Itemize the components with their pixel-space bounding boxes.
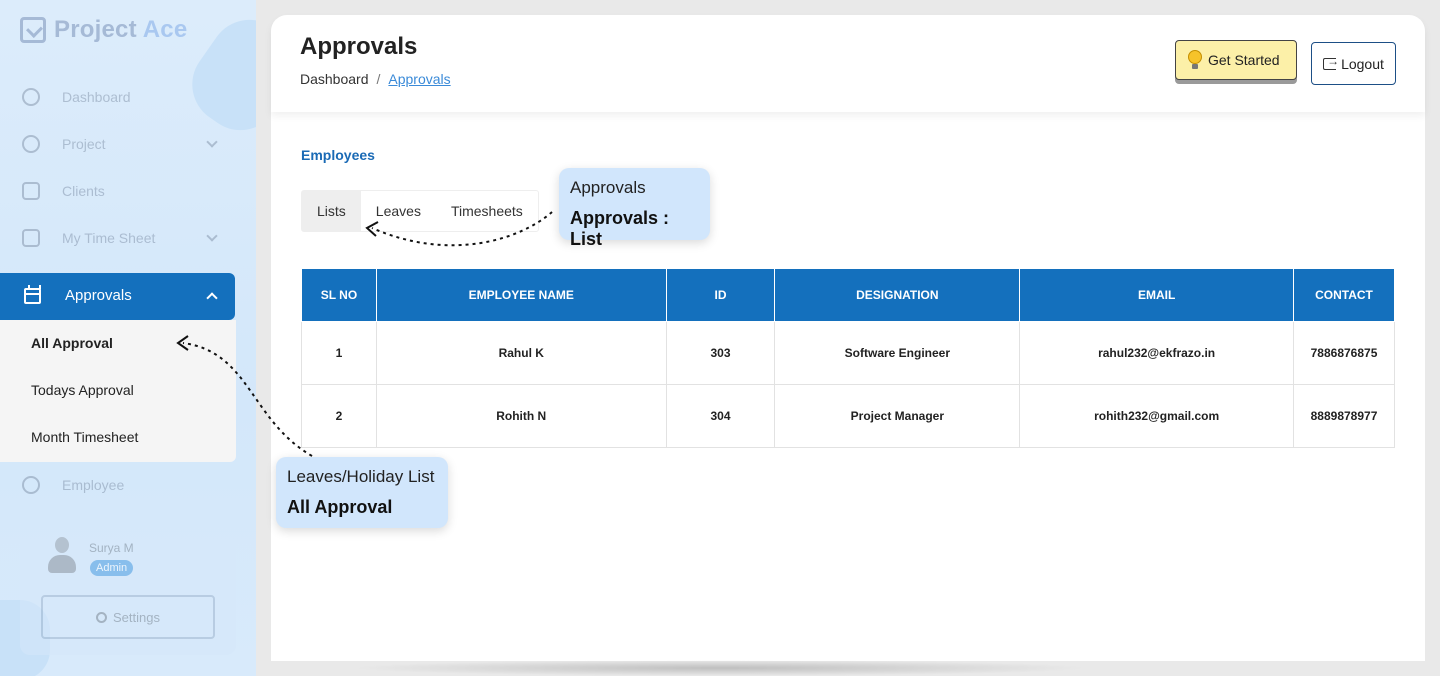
settings-label: Settings (113, 609, 160, 625)
cell-designation: Project Manager (774, 384, 1021, 448)
logout-label: Logout (1341, 55, 1384, 72)
sidebar-item-label: Employee (62, 477, 125, 493)
cell-employee-name: Rohith N (375, 384, 667, 448)
callout-subtitle: Approvals : List (570, 208, 670, 249)
user-card: Surya M Admin Settings (20, 515, 236, 655)
decorative-shadow (350, 660, 1090, 676)
column-header-sl-no[interactable]: SL NO (301, 268, 377, 322)
table-row[interactable]: 1 Rahul K 303 Software Engineer rahul232… (301, 321, 1395, 385)
cell-contact: 8889878977 (1293, 384, 1395, 448)
employee-icon (22, 476, 40, 494)
callout-subtitle: All Approval (287, 497, 393, 517)
tour-callout-tabs: Approvals Approvals : List (559, 168, 710, 249)
section-title: Employees (301, 147, 375, 163)
breadcrumb: Dashboard / Approvals (300, 71, 451, 87)
main-panel: Approvals Dashboard / Approvals Get Star… (271, 15, 1425, 661)
cell-id: 304 (665, 384, 776, 448)
page-header: Approvals Dashboard / Approvals Get Star… (271, 15, 1425, 112)
sidebar-item-my-time-sheet[interactable]: My Time Sheet (22, 218, 222, 258)
chevron-down-icon (206, 136, 218, 148)
clients-icon (22, 182, 40, 200)
tab-timesheets[interactable]: Timesheets (436, 191, 538, 231)
cell-contact: 7886876875 (1293, 321, 1395, 385)
avatar-body (48, 555, 76, 573)
tour-callout-submenu: Leaves/Holiday List All Approval (276, 457, 448, 528)
breadcrumb-current[interactable]: Approvals (388, 71, 450, 87)
project-icon (22, 135, 40, 153)
sidebar-item-label: Approvals (65, 287, 132, 304)
submenu-item-todays-approval[interactable]: Todays Approval (31, 382, 134, 398)
avatar[interactable] (48, 537, 76, 573)
sidebar-item-employee[interactable]: Employee (22, 465, 222, 505)
chevron-up-icon (206, 292, 218, 304)
logout-button[interactable]: Logout (1311, 42, 1396, 85)
column-header-employee-name[interactable]: EMPLOYEE NAME (375, 268, 667, 322)
get-started-button[interactable]: Get Started (1175, 40, 1297, 80)
table-row[interactable]: 2 Rohith N 304 Project Manager rohith232… (301, 384, 1395, 448)
sidebar-item-clients[interactable]: Clients (22, 171, 222, 211)
page-title: Approvals (300, 33, 418, 60)
calendar-icon (24, 285, 41, 304)
sidebar-item-label: My Time Sheet (62, 230, 156, 246)
sidebar-item-project[interactable]: Project (22, 124, 222, 164)
breadcrumb-separator: / (376, 71, 381, 87)
settings-button[interactable]: Settings (41, 595, 215, 639)
cell-email: rohith232@gmail.com (1019, 384, 1294, 448)
cell-sl-no: 2 (301, 384, 377, 448)
tab-leaves[interactable]: Leaves (361, 191, 436, 231)
submenu-item-month-timesheet[interactable]: Month Timesheet (31, 429, 138, 445)
brand-logo[interactable]: Project Ace (20, 16, 187, 44)
logout-icon (1323, 54, 1339, 70)
timesheet-icon (22, 229, 40, 247)
callout-title: Approvals (570, 178, 646, 197)
lightbulb-icon (1188, 50, 1202, 70)
avatar-head (55, 537, 69, 553)
sidebar-item-dashboard[interactable]: Dashboard (22, 77, 222, 117)
chevron-down-icon (206, 230, 218, 242)
gear-icon (96, 611, 107, 623)
get-started-label: Get Started (1208, 52, 1280, 68)
cell-employee-name: Rahul K (375, 321, 667, 385)
column-header-designation[interactable]: DESIGNATION (774, 268, 1021, 322)
table-header-row: SL NO EMPLOYEE NAME ID DESIGNATION EMAIL… (301, 268, 1395, 322)
sidebar-item-label: Dashboard (62, 89, 131, 105)
cell-designation: Software Engineer (774, 321, 1021, 385)
role-badge: Admin (90, 560, 134, 576)
sidebar-item-label: Clients (62, 183, 105, 199)
tab-lists[interactable]: Lists (302, 191, 361, 231)
dashboard-icon (22, 88, 40, 106)
approvals-submenu: All Approval Todays Approval Month Times… (0, 320, 236, 462)
sidebar: Project Ace Dashboard Project Clients My… (0, 0, 256, 676)
cell-email: rahul232@ekfrazo.in (1019, 321, 1294, 385)
column-header-email[interactable]: EMAIL (1019, 268, 1294, 322)
column-header-id[interactable]: ID (665, 268, 776, 322)
cell-sl-no: 1 (301, 321, 377, 385)
callout-title: Leaves/Holiday List (287, 467, 435, 486)
breadcrumb-home[interactable]: Dashboard (300, 71, 369, 87)
sidebar-item-approvals[interactable]: Approvals (0, 273, 235, 320)
tab-bar: Lists Leaves Timesheets (301, 190, 539, 232)
column-header-contact[interactable]: CONTACT (1293, 268, 1395, 322)
cell-id: 303 (665, 321, 776, 385)
user-name: Surya M (89, 541, 134, 555)
employees-table: SL NO EMPLOYEE NAME ID DESIGNATION EMAIL… (301, 268, 1395, 448)
brand-name: Project Ace (54, 16, 188, 43)
logo-icon (20, 17, 46, 43)
sidebar-item-label: Project (62, 136, 106, 152)
submenu-item-all-approval[interactable]: All Approval (31, 335, 113, 351)
